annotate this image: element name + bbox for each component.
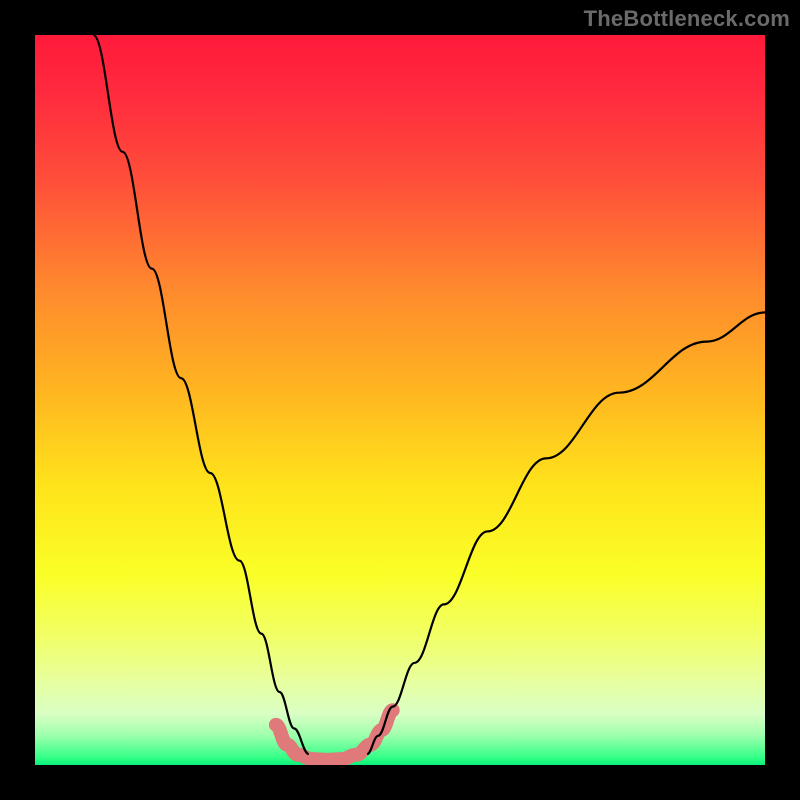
curve-left-branch bbox=[93, 35, 308, 754]
curve-right-branch bbox=[367, 312, 765, 754]
trough-highlight bbox=[276, 710, 393, 760]
plot-area bbox=[35, 35, 765, 765]
outer-frame: TheBottleneck.com bbox=[0, 0, 800, 800]
chart-svg bbox=[35, 35, 765, 765]
watermark-label: TheBottleneck.com bbox=[584, 6, 790, 32]
